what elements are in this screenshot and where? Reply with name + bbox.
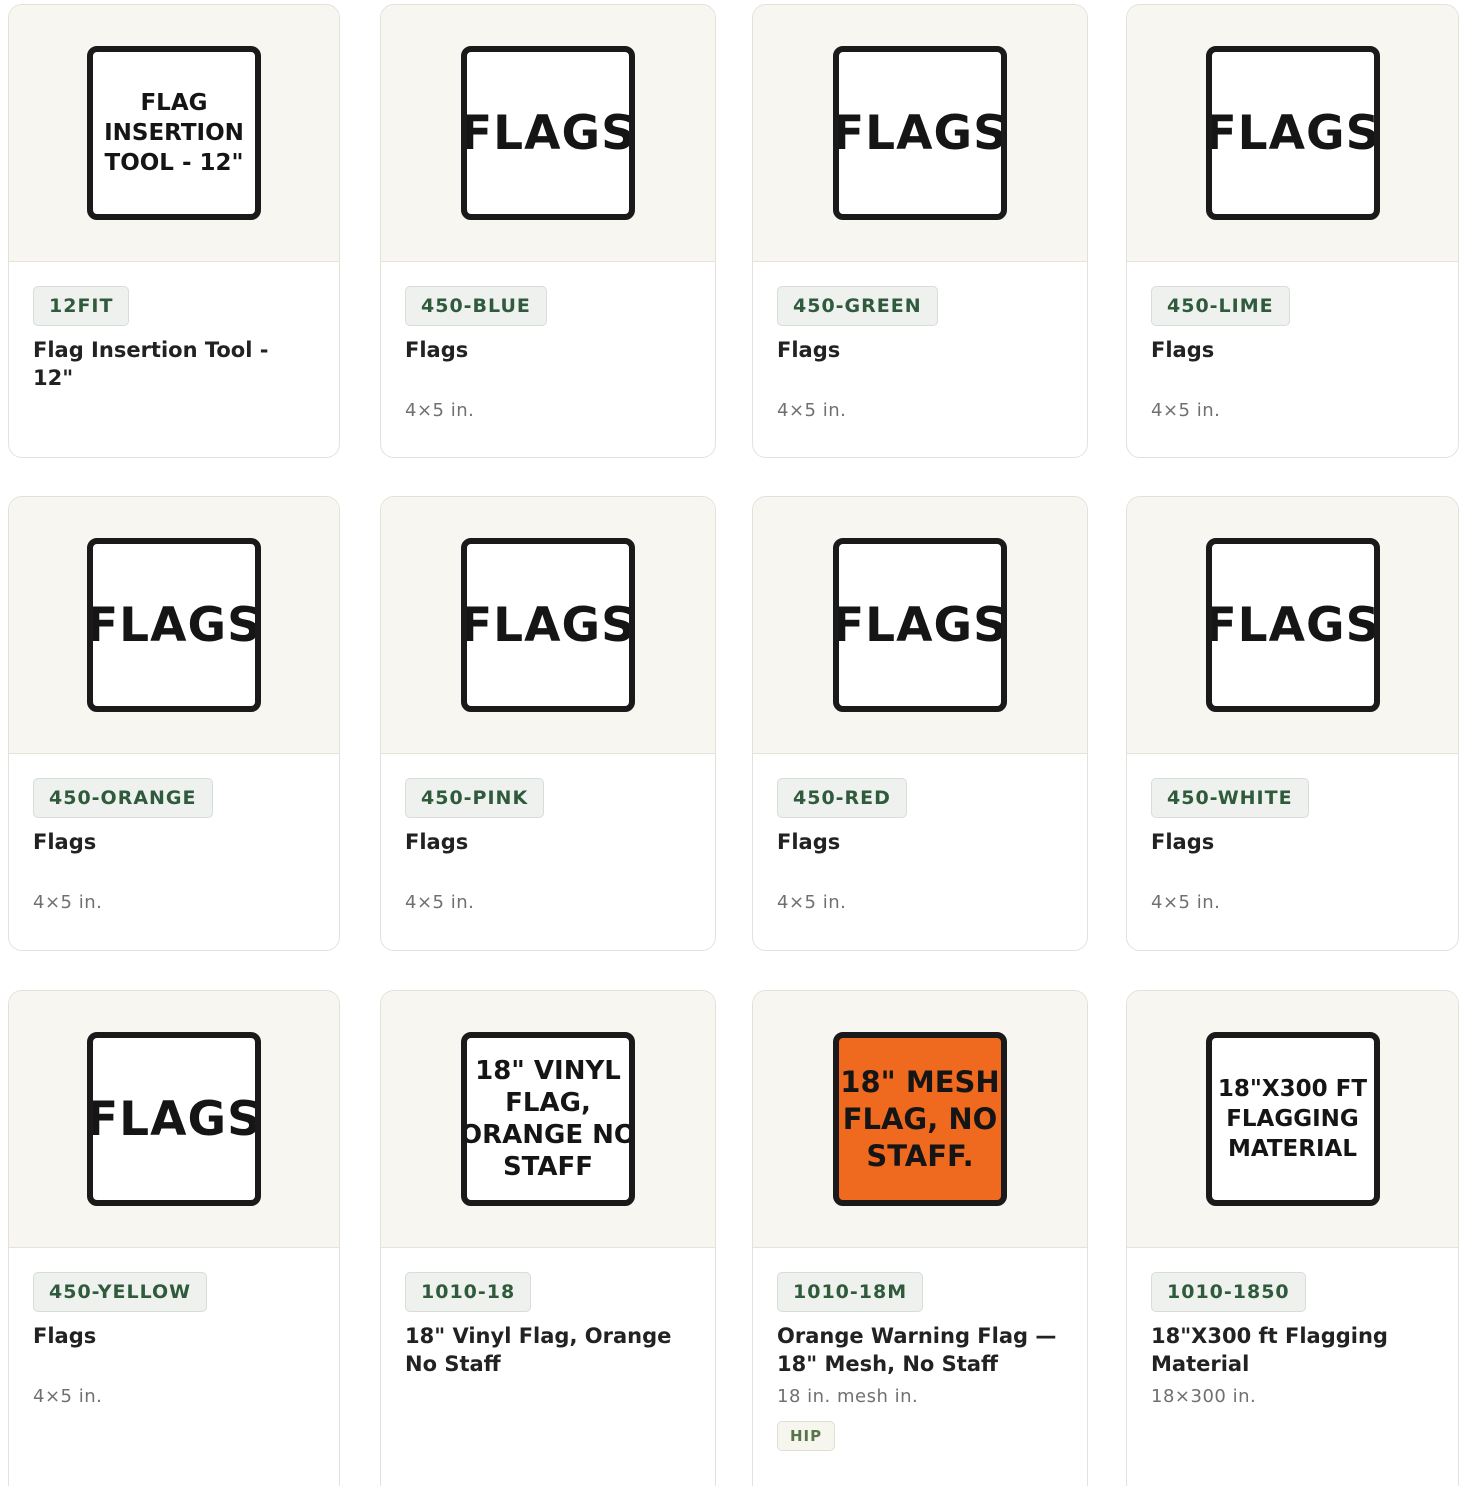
product-thumbnail: FLAGS xyxy=(1127,5,1458,262)
product-sign-image: 18" VINYL FLAG, ORANGE NO STAFF xyxy=(461,1032,635,1206)
product-name: Flags xyxy=(1151,338,1215,362)
product-card[interactable]: 18" VINYL FLAG, ORANGE NO STAFF 1010-18 … xyxy=(380,990,716,1486)
sign-text-line: 18" VINYL xyxy=(475,1056,621,1086)
product-size: 4×5 in. xyxy=(1151,892,1221,913)
sign-text: FLAGS xyxy=(87,597,261,653)
product-thumbnail: FLAGS xyxy=(753,5,1087,262)
product-sign-image: FLAGS xyxy=(1205,46,1380,220)
sign-text-line: STAFF. xyxy=(866,1138,974,1173)
product-size: 18×300 in. xyxy=(1151,1386,1257,1407)
product-grid: FLAG INSERTION TOOL - 12" 12FIT Flag Ins… xyxy=(0,0,1459,1486)
product-sign-image: FLAGS xyxy=(461,46,635,220)
product-size: 4×5 in. xyxy=(777,892,847,913)
sku-badge: 1010-1850 xyxy=(1151,1272,1306,1312)
sign-text-line: TOOL - 12" xyxy=(104,150,244,176)
sign-text: FLAGS xyxy=(833,597,1007,653)
sku-badge: 12FIT xyxy=(33,286,130,326)
product-name: Flag Insertion Tool - 12" xyxy=(33,338,269,390)
product-card[interactable]: 18"X300 FT FLAGGING MATERIAL 1010-1850 1… xyxy=(1126,990,1459,1486)
product-card[interactable]: 18" MESH FLAG, NO STAFF. 1010-18M Orange… xyxy=(752,990,1088,1486)
product-card[interactable]: FLAGS 450-YELLOW Flags 4×5 in. xyxy=(8,990,340,1486)
sign-text-line: FLAG, NO xyxy=(842,1101,998,1136)
product-name: Flags xyxy=(33,830,97,854)
product-size: 4×5 in. xyxy=(405,892,475,913)
sign-text-line: FLAG, xyxy=(505,1088,591,1118)
product-sign-image: FLAGS xyxy=(833,46,1007,220)
sku-badge: 450-PINK xyxy=(405,778,545,818)
product-sign-image: FLAG INSERTION TOOL - 12" xyxy=(87,46,261,220)
product-sign-image: 18" MESH FLAG, NO STAFF. xyxy=(833,1032,1007,1206)
product-thumbnail: FLAGS xyxy=(381,5,715,262)
sign-text: FLAGS xyxy=(87,1091,261,1147)
sku-badge: 450-RED xyxy=(777,778,907,818)
sign-text: FLAGS xyxy=(461,597,635,653)
sign-text-line: STAFF xyxy=(502,1152,594,1182)
product-thumbnail: 18" VINYL FLAG, ORANGE NO STAFF xyxy=(381,991,715,1248)
product-thumbnail: 18" MESH FLAG, NO STAFF. xyxy=(753,991,1087,1248)
sku-badge: 450-YELLOW xyxy=(33,1272,208,1312)
product-name: Flags xyxy=(405,830,469,854)
product-card[interactable]: FLAGS 450-GREEN Flags 4×5 in. xyxy=(752,4,1088,458)
product-size: 4×5 in. xyxy=(33,1386,103,1407)
product-name: Orange Warning Flag — 18" Mesh, No Staff xyxy=(777,1324,1057,1376)
product-name: 18" Vinyl Flag, Orange No Staff xyxy=(405,1324,672,1376)
product-thumbnail: FLAGS xyxy=(9,991,339,1248)
status-badge: HIP xyxy=(777,1421,836,1451)
product-thumbnail: 18"X300 FT FLAGGING MATERIAL xyxy=(1127,991,1458,1248)
product-sign-image: FLAGS xyxy=(87,538,261,712)
product-sign-image: FLAGS xyxy=(461,538,635,712)
product-sign-image: FLAGS xyxy=(833,538,1007,712)
product-name: Flags xyxy=(405,338,469,362)
product-card[interactable]: FLAG INSERTION TOOL - 12" 12FIT Flag Ins… xyxy=(8,4,340,458)
product-thumbnail: FLAGS xyxy=(1127,497,1458,754)
product-sign-image: FLAGS xyxy=(1205,538,1380,712)
product-size: 4×5 in. xyxy=(1151,400,1221,421)
sign-text-line: 18"X300 FT xyxy=(1217,1076,1368,1102)
product-thumbnail: FLAGS xyxy=(753,497,1087,754)
sign-text: FLAGS xyxy=(833,105,1007,161)
product-name: Flags xyxy=(777,830,841,854)
sign-text-line: FLAG xyxy=(140,90,208,116)
product-size: 18 in. mesh in. xyxy=(777,1386,919,1407)
product-card[interactable]: FLAGS 450-WHITE Flags 4×5 in. xyxy=(1126,496,1459,951)
product-thumbnail: FLAG INSERTION TOOL - 12" xyxy=(9,5,339,262)
sku-badge: 450-GREEN xyxy=(777,286,938,326)
product-thumbnail: FLAGS xyxy=(381,497,715,754)
product-card[interactable]: FLAGS 450-ORANGE Flags 4×5 in. xyxy=(8,496,340,951)
sign-text: FLAGS xyxy=(1205,105,1380,161)
sign-text-line: MATERIAL xyxy=(1227,1136,1357,1162)
sign-text: FLAGS xyxy=(461,105,635,161)
product-card[interactable]: FLAGS 450-PINK Flags 4×5 in. xyxy=(380,496,716,951)
product-name: Flags xyxy=(1151,830,1215,854)
sku-badge: 1010-18 xyxy=(405,1272,532,1312)
sku-badge: 450-ORANGE xyxy=(33,778,213,818)
sign-text-line: FLAGGING xyxy=(1226,1106,1359,1132)
product-card[interactable]: FLAGS 450-BLUE Flags 4×5 in. xyxy=(380,4,716,458)
sku-badge: 450-LIME xyxy=(1151,286,1290,326)
product-card[interactable]: FLAGS 450-RED Flags 4×5 in. xyxy=(752,496,1088,951)
sku-badge: 450-BLUE xyxy=(405,286,547,326)
product-name: Flags xyxy=(33,1324,97,1348)
product-name: Flags xyxy=(777,338,841,362)
product-sign-image: FLAGS xyxy=(87,1032,261,1206)
product-card[interactable]: FLAGS 450-LIME Flags 4×5 in. xyxy=(1126,4,1459,458)
sign-text-line: 18" MESH xyxy=(840,1064,1000,1099)
sign-text: FLAGS xyxy=(1205,597,1380,653)
sku-badge: 1010-18M xyxy=(777,1272,924,1312)
product-size: 4×5 in. xyxy=(405,400,475,421)
sku-badge: 450-WHITE xyxy=(1151,778,1309,818)
product-size: 4×5 in. xyxy=(33,892,103,913)
product-sign-image: 18"X300 FT FLAGGING MATERIAL xyxy=(1205,1032,1380,1206)
sign-text-line: INSERTION xyxy=(104,120,244,146)
sign-text-line: ORANGE NO xyxy=(461,1120,635,1150)
product-thumbnail: FLAGS xyxy=(9,497,339,754)
product-name: 18"X300 ft Flagging Material xyxy=(1151,1324,1388,1376)
product-size: 4×5 in. xyxy=(777,400,847,421)
